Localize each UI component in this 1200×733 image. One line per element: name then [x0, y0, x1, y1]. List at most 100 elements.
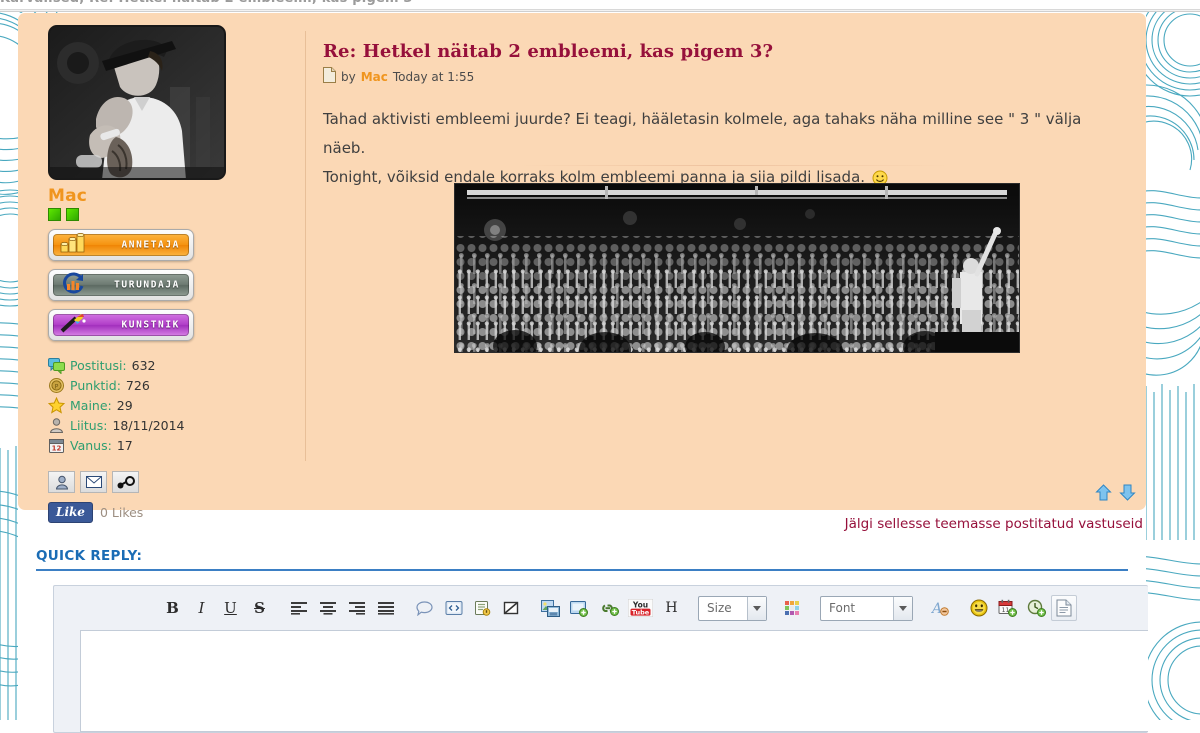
attached-image[interactable]	[454, 183, 1020, 353]
stat-row-postitusi: Postitusi: 632	[48, 355, 298, 375]
calendar-icon: 12	[48, 437, 65, 454]
insert-link-icon[interactable]	[594, 594, 623, 622]
insert-media-icon[interactable]	[565, 594, 594, 622]
code-icon[interactable]	[439, 594, 468, 622]
stat-label: Liitus:	[70, 418, 107, 433]
insert-image-icon[interactable]	[536, 594, 565, 622]
calendar-insert-icon[interactable]: 11	[993, 594, 1022, 622]
post-meta-timestamp: Today at 1:55	[393, 70, 474, 84]
smiley-picker-icon[interactable]	[964, 594, 993, 622]
bold-glyph: B	[166, 599, 179, 617]
avatar[interactable]	[48, 25, 226, 180]
italic-icon[interactable]: I	[187, 594, 216, 622]
spoiler-icon[interactable]	[468, 594, 497, 622]
breadcrumb-strip: Kärvalised, Re: Hetkel näitab 2 embleemi…	[0, 0, 1200, 9]
online-status-dots	[48, 208, 298, 221]
heading-glyph: H	[665, 600, 677, 616]
heading-icon[interactable]: H	[657, 594, 686, 622]
chevron-down-icon[interactable]	[747, 597, 766, 620]
page-container: Mac	[18, 13, 1146, 720]
follow-topic-link[interactable]: Jälgi sellesse teemasse postitatud vastu…	[845, 516, 1143, 532]
svg-text:A: A	[931, 601, 942, 616]
status-dot	[66, 208, 79, 221]
rank-badge-label: KUNSTNIK	[121, 320, 180, 331]
italic-glyph: I	[199, 599, 205, 617]
stat-value: 18/11/2014	[112, 418, 184, 433]
contact-buttons	[48, 471, 298, 493]
bold-icon[interactable]: B	[158, 594, 187, 622]
status-dot	[48, 208, 61, 221]
strikethrough-icon[interactable]: S	[245, 594, 274, 622]
post-body-line: Tahad aktivisti embleemi juurde? Ei teag…	[323, 105, 1126, 163]
youtube-icon[interactable]: You Tube	[623, 594, 657, 622]
rank-badge-label: ANNETAJA	[121, 240, 180, 251]
stat-value: 29	[117, 398, 133, 413]
post-icon	[323, 67, 336, 86]
stat-row-vanus: 12 Vanus: 17	[48, 435, 298, 455]
svg-text:P: P	[55, 383, 59, 390]
message-column: Re: Hetkel näitab 2 embleemi, kas pigem …	[323, 41, 1126, 196]
stat-value: 632	[132, 358, 156, 373]
stat-label: Postitusi:	[70, 358, 127, 373]
chevron-down-icon[interactable]	[893, 597, 912, 620]
align-justify-icon[interactable]	[371, 594, 400, 622]
rank-badge-label: TURUNDAJA	[114, 280, 180, 291]
quick-reply-title: QUICK REPLY:	[36, 548, 142, 564]
author-stats: Postitusi: 632 P Punktid: 726	[48, 355, 298, 455]
strike-box-icon[interactable]	[497, 594, 526, 622]
vote-arrows	[1095, 484, 1136, 505]
font-size-value: Size	[699, 597, 747, 620]
underline-glyph: U	[224, 599, 237, 617]
column-divider	[305, 31, 306, 461]
quote-icon[interactable]	[410, 594, 439, 622]
stat-row-liitus: Liitus: 18/11/2014	[48, 415, 298, 435]
stat-row-maine: Maine: 29	[48, 395, 298, 415]
comments-icon	[48, 357, 65, 374]
magic-wand-icon	[59, 312, 87, 338]
content-separator	[520, 165, 950, 166]
color-palette-icon[interactable]	[779, 594, 808, 622]
post-title: Re: Hetkel näitab 2 embleemi, kas pigem …	[323, 41, 1126, 62]
editor-toolbar: B I U S	[54, 586, 1148, 630]
font-size-select[interactable]: Size	[698, 596, 767, 621]
background-art-right	[1142, 0, 1200, 720]
align-center-icon[interactable]	[313, 594, 342, 622]
quick-reply-divider	[36, 569, 1128, 571]
arrow-up-icon[interactable]	[1095, 484, 1112, 505]
align-right-icon[interactable]	[342, 594, 371, 622]
quick-reply-editor: B I U S	[53, 585, 1148, 733]
post-meta-by: by	[341, 70, 356, 84]
stat-label: Maine:	[70, 398, 112, 413]
clock-insert-icon[interactable]	[1022, 594, 1051, 622]
post-panel: Mac	[18, 13, 1146, 510]
envelope-icon[interactable]	[80, 471, 107, 493]
breadcrumb[interactable]: Kärvalised, Re: Hetkel näitab 2 embleemi…	[0, 0, 413, 6]
rank-badge-annetaja[interactable]: ANNETAJA	[48, 229, 194, 261]
stat-label: Vanus:	[70, 438, 112, 453]
svg-text:Tube: Tube	[631, 608, 649, 616]
follow-topic-line: Jälgi sellesse teemasse postitatud vastu…	[18, 516, 1146, 532]
coins-icon	[59, 232, 87, 258]
rank-badge-kunstnik[interactable]: KUNSTNIK	[48, 309, 194, 341]
stat-value: 17	[117, 438, 133, 453]
stat-value: 726	[126, 378, 150, 393]
font-family-select[interactable]: Font	[820, 596, 913, 621]
reply-textarea[interactable]	[80, 630, 1148, 732]
post-meta: by Mac Today at 1:55	[323, 67, 1126, 86]
svg-text:12: 12	[52, 444, 62, 452]
align-left-icon[interactable]	[284, 594, 313, 622]
star-icon	[48, 397, 65, 414]
steam-icon[interactable]	[112, 471, 139, 493]
arrow-down-icon[interactable]	[1119, 484, 1136, 505]
strike-glyph: S	[254, 599, 265, 617]
post-meta-author[interactable]: Mac	[361, 70, 388, 84]
remove-formatting-icon[interactable]: A	[925, 594, 954, 622]
author-column: Mac	[48, 25, 298, 510]
author-name[interactable]: Mac	[48, 186, 298, 206]
page-preview-icon[interactable]	[1051, 595, 1077, 621]
rank-badge-turundaja[interactable]: TURUNDAJA	[48, 269, 194, 301]
person-join-icon	[48, 417, 65, 434]
underline-icon[interactable]: U	[216, 594, 245, 622]
profile-icon[interactable]	[48, 471, 75, 493]
stat-label: Punktid:	[70, 378, 121, 393]
